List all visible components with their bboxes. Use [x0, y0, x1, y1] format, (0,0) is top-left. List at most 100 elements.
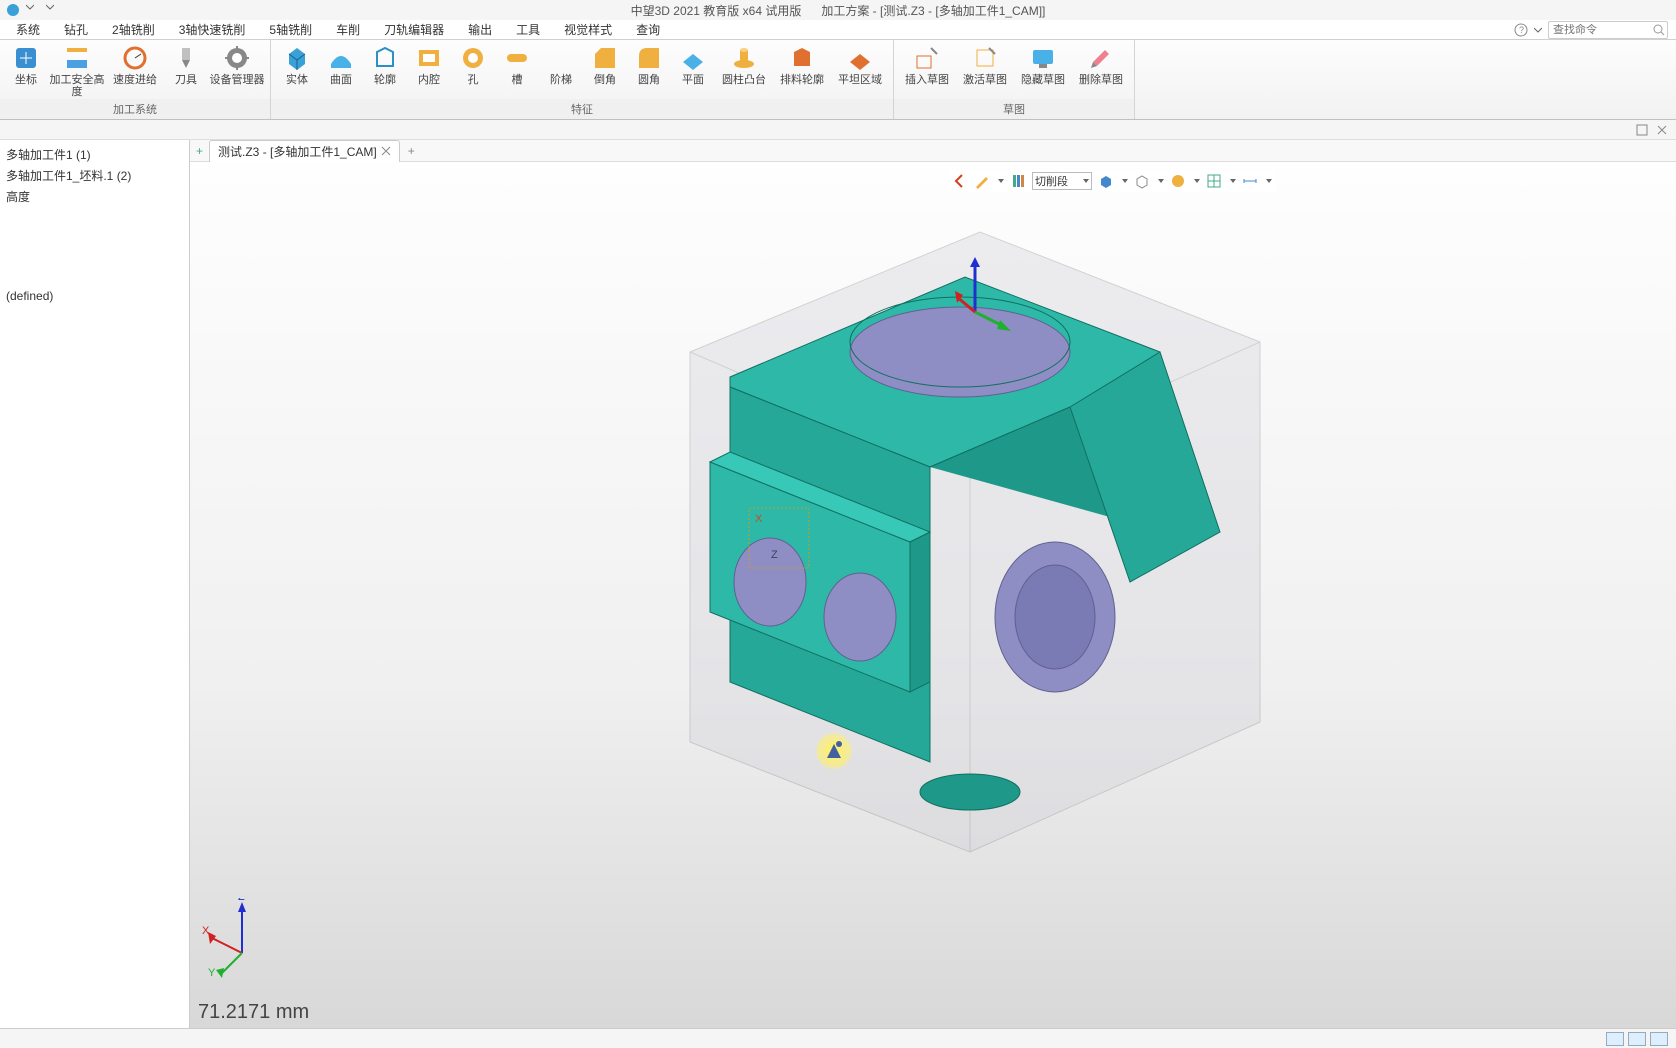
profile-icon — [371, 44, 399, 72]
viewport-container: + 测试.Z3 - [多轴加工件1_CAM] + 切削段 — [190, 140, 1676, 1028]
plane-icon — [679, 44, 707, 72]
ribbon-group-sketch: 插入草图 激活草图 隐藏草图 删除草图 草图 — [894, 40, 1135, 119]
menu-5axis[interactable]: 5轴铣削 — [257, 19, 324, 40]
flat-region-icon — [846, 44, 874, 72]
tree-item-defined[interactable]: (defined) — [2, 287, 187, 305]
ribbon-group-feature: 实体 曲面 轮廓 内腔 孔 槽 阶梯 倒角 圆角 平面 圆柱凸台 排料轮廓 平坦… — [271, 40, 894, 119]
menu-3axis[interactable]: 3轴快速铣削 — [167, 19, 258, 40]
menu-tools[interactable]: 工具 — [504, 19, 552, 40]
menu-system[interactable]: 系统 — [4, 19, 52, 40]
ribbon-group-machining: 坐标 加工安全高度 速度进给 刀具 设备管理器 加工系统 — [0, 40, 271, 119]
tree-item[interactable]: 多轴加工件1_坯料.1 (2) — [2, 165, 187, 186]
vt-pencil-icon[interactable] — [974, 173, 990, 189]
tool-icon — [172, 44, 200, 72]
vt-column-icon[interactable] — [1010, 173, 1026, 189]
menu-query[interactable]: 查询 — [624, 19, 672, 40]
tab-add-button[interactable]: + — [400, 144, 423, 158]
btn-solid[interactable]: 实体 — [275, 42, 319, 99]
slot-icon — [503, 44, 531, 72]
btn-profile[interactable]: 轮廓 — [363, 42, 407, 99]
view-layout-3[interactable] — [1650, 1032, 1668, 1046]
feature-tree: 多轴加工件1 (1) 多轴加工件1_坯料.1 (2) 高度 (defined) — [0, 140, 189, 309]
help-icon[interactable]: ? — [1514, 23, 1528, 37]
panel-header — [0, 120, 1676, 140]
vt-cube-icon[interactable] — [1098, 173, 1114, 189]
btn-pocket[interactable]: 内腔 — [407, 42, 451, 99]
vt-sphere-icon[interactable] — [1170, 173, 1186, 189]
btn-surface[interactable]: 曲面 — [319, 42, 363, 99]
vt-cube2-icon[interactable] — [1134, 173, 1150, 189]
btn-delete-sketch[interactable]: 删除草图 — [1072, 42, 1130, 99]
menu-lathe[interactable]: 车削 — [324, 19, 372, 40]
menu-bar: 系统 钻孔 2轴铣削 3轴快速铣削 5轴铣削 车削 刀轨编辑器 输出 工具 视觉… — [0, 20, 1676, 40]
chevron-down-icon — [1083, 179, 1089, 183]
view-layout-1[interactable] — [1606, 1032, 1624, 1046]
tab-add-left-icon[interactable]: + — [196, 144, 209, 158]
btn-safe-height[interactable]: 加工安全高度 — [48, 42, 106, 99]
camera-highlight-icon[interactable] — [815, 732, 853, 770]
chevron-down-icon[interactable] — [1194, 179, 1200, 183]
boss-icon — [730, 44, 758, 72]
group-label-sketch: 草图 — [894, 99, 1134, 119]
main-area: 多轴加工件1 (1) 多轴加工件1_坯料.1 (2) 高度 (defined) … — [0, 140, 1676, 1028]
btn-plane[interactable]: 平面 — [671, 42, 715, 99]
dropdown-more-icon[interactable] — [1534, 26, 1542, 34]
vt-grid-icon[interactable] — [1206, 173, 1222, 189]
menu-toolpath-editor[interactable]: 刀轨编辑器 — [372, 19, 456, 40]
chevron-down-icon[interactable] — [998, 179, 1004, 183]
menu-drill[interactable]: 钻孔 — [52, 19, 100, 40]
chevron-down-icon[interactable] — [1266, 179, 1272, 183]
panel-max-icon[interactable] — [1636, 124, 1648, 136]
menu-visual-style[interactable]: 视觉样式 — [552, 19, 624, 40]
btn-device-manager[interactable]: 设备管理器 — [208, 42, 266, 99]
btn-chamfer[interactable]: 倒角 — [583, 42, 627, 99]
btn-hole[interactable]: 孔 — [451, 42, 495, 99]
fillet-icon — [635, 44, 663, 72]
solid-icon — [283, 44, 311, 72]
tab-label: 测试.Z3 - [多轴加工件1_CAM] — [218, 143, 377, 160]
axes-triad-corner[interactable]: Z X Y — [202, 898, 282, 978]
doc-file: [测试.Z3 - [多轴加工件1_CAM]] — [880, 4, 1045, 18]
menu-2axis[interactable]: 2轴铣削 — [100, 19, 167, 40]
tree-item[interactable]: 多轴加工件1 (1) — [2, 144, 187, 165]
axis-label-x: X — [755, 513, 763, 525]
app-name: 中望3D 2021 教育版 x64 试用版 — [631, 4, 802, 18]
chevron-down-icon[interactable] — [1158, 179, 1164, 183]
tree-item[interactable]: 高度 — [2, 186, 187, 207]
chevron-down-icon[interactable] — [1230, 179, 1236, 183]
vt-back-icon[interactable] — [952, 173, 968, 189]
safe-height-icon — [63, 44, 91, 72]
axis-label-x: X — [202, 925, 210, 937]
btn-fillet[interactable]: 圆角 — [627, 42, 671, 99]
view-layout-2[interactable] — [1628, 1032, 1646, 1046]
chamfer-icon — [591, 44, 619, 72]
btn-step[interactable]: 阶梯 — [539, 42, 583, 99]
close-icon[interactable] — [381, 146, 391, 156]
btn-flat-region[interactable]: 平坦区域 — [831, 42, 889, 99]
btn-nest-profile[interactable]: 排料轮廓 — [773, 42, 831, 99]
btn-boss[interactable]: 圆柱凸台 — [715, 42, 773, 99]
qat-arrow-icon[interactable] — [26, 3, 40, 17]
chevron-down-icon[interactable] — [1122, 179, 1128, 183]
menu-output[interactable]: 输出 — [456, 19, 504, 40]
btn-coordinate[interactable]: 坐标 — [4, 42, 48, 99]
vt-measure-icon[interactable] — [1242, 173, 1258, 189]
btn-activate-sketch[interactable]: 激活草图 — [956, 42, 1014, 99]
display-mode-dropdown[interactable]: 切削段 — [1032, 172, 1092, 190]
btn-speed-feed[interactable]: 速度进给 — [106, 42, 164, 99]
speed-feed-icon — [121, 44, 149, 72]
search-icon[interactable] — [1653, 24, 1665, 36]
svg-text:?: ? — [1519, 25, 1524, 35]
document-tab-active[interactable]: 测试.Z3 - [多轴加工件1_CAM] — [209, 140, 400, 162]
btn-insert-sketch[interactable]: 插入草图 — [898, 42, 956, 99]
btn-hide-sketch[interactable]: 隐藏草图 — [1014, 42, 1072, 99]
search-input[interactable] — [1553, 24, 1653, 36]
viewport-3d[interactable]: 切削段 — [190, 162, 1676, 1028]
nest-profile-icon — [788, 44, 816, 72]
btn-slot[interactable]: 槽 — [495, 42, 539, 99]
qat-dropdown-icon[interactable] — [46, 3, 60, 17]
panel-close-icon[interactable] — [1656, 124, 1668, 136]
command-search[interactable] — [1548, 21, 1668, 39]
btn-tool[interactable]: 刀具 — [164, 42, 208, 99]
document-tabbar: + 测试.Z3 - [多轴加工件1_CAM] + — [190, 140, 1676, 162]
